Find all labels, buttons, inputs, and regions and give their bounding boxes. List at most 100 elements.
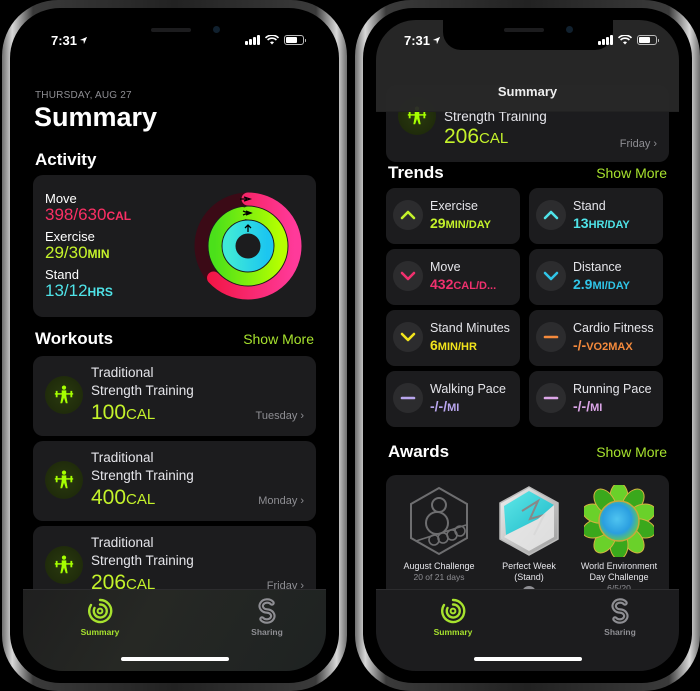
award-name: August Challenge (403, 561, 475, 571)
trend-label: Move (430, 260, 461, 274)
trend-up-chevron-icon (536, 200, 566, 230)
location-arrow-icon (79, 36, 88, 44)
tab-summary[interactable]: Summary (408, 598, 498, 637)
phone-frame-right: Summary 7:31 Strength Training 206CAL Fr… (355, 0, 700, 691)
award-subname: (Stand) (514, 572, 544, 582)
workout-title-line2: Strength Training (91, 553, 194, 568)
stand-ring (222, 220, 274, 272)
strength-training-icon (54, 470, 74, 489)
workout-day: Tuesday (255, 410, 298, 422)
workout-day: Monday (258, 495, 298, 507)
tab-summary[interactable]: Summary (55, 598, 145, 637)
workout-card[interactable]: Traditional Strength Training 100CAL Tues… (33, 356, 316, 436)
workout-title-line2: Strength Training (91, 383, 194, 398)
section-title-trends: Trends (388, 163, 444, 182)
workouts-section-header: Workouts Show More (35, 329, 314, 349)
activity-rings-icon (441, 598, 466, 624)
trend-value: -/-/MI (573, 398, 603, 414)
battery-icon (637, 35, 659, 45)
activity-section-header: Activity (35, 150, 314, 170)
award-detail: 20 of 21 days (413, 572, 465, 582)
page-title: Summary (34, 102, 158, 132)
workout-title-line2: Strength Training (91, 468, 194, 483)
tab-sharing[interactable]: Sharing (222, 598, 312, 637)
trend-tile-move[interactable]: Move 432CAL/D... (386, 249, 520, 305)
trend-value: 432CAL/D... (430, 276, 497, 292)
home-indicator[interactable] (120, 657, 229, 661)
workout-title-line1: Traditional (91, 365, 154, 380)
workout-day: Friday (619, 138, 651, 150)
award-name: World Environment (580, 561, 658, 571)
award-world-environment-day[interactable]: World Environment Day Challenge 6/5/20 (574, 485, 664, 593)
phone-frame-left: 7:31 THURSDAY, AUG 27 Summary Activity M… (2, 0, 347, 691)
tab-summary-label: Summary (433, 627, 473, 637)
trend-flat-dash-icon (536, 322, 566, 352)
trend-tile-cardio-fitness[interactable]: Cardio Fitness -/-VO2MAX (529, 310, 663, 366)
tab-summary-label: Summary (80, 627, 120, 637)
trend-tile-exercise[interactable]: Exercise 29MIN/DAY (386, 188, 520, 244)
trend-tile-distance[interactable]: Distance 2.9MI/DAY (529, 249, 663, 305)
wifi-icon (618, 35, 632, 45)
trend-tile-stand[interactable]: Stand 13HR/DAY (529, 188, 663, 244)
world-environment-day-badge-icon (584, 485, 654, 557)
perfect-week-stand-badge-icon (499, 486, 559, 556)
strength-training-icon (54, 555, 74, 574)
workout-card[interactable]: Traditional Strength Training 400CAL Mond… (33, 441, 316, 521)
status-time: 7:31 (51, 32, 78, 48)
workout-calories: 206CAL (444, 125, 509, 148)
awards-show-more-link[interactable]: Show More (596, 444, 667, 460)
workout-title-line1: Traditional (91, 450, 154, 465)
cellular-signal-icon (245, 35, 260, 45)
status-bar: 7:31 (23, 20, 326, 60)
tab-bar: Summary Sharing (23, 589, 326, 671)
award-name: Perfect Week (502, 561, 556, 571)
move-value: 398/630CAL (45, 205, 132, 224)
trend-value: -/-/MI (430, 398, 460, 414)
trend-flat-dash-icon (536, 383, 566, 413)
status-bar: 7:31 (376, 20, 679, 60)
section-title-activity: Activity (35, 150, 97, 169)
awards-section-header: Awards Show More (388, 442, 667, 462)
trend-value: 2.9MI/DAY (573, 276, 630, 292)
workouts-show-more-link[interactable]: Show More (243, 331, 314, 347)
workout-title-line1: Traditional (91, 535, 154, 550)
trend-value: 29MIN/DAY (430, 215, 492, 231)
trend-label: Exercise (430, 199, 478, 213)
nav-title: Summary (497, 84, 558, 99)
activity-rings-icon (88, 598, 113, 624)
trend-tile-walking-pace[interactable]: Walking Pace -/-/MI (386, 371, 520, 427)
trend-tile-stand-minutes[interactable]: Stand Minutes 6MIN/HR (386, 310, 520, 366)
section-title-awards: Awards (388, 442, 450, 461)
trends-show-more-link[interactable]: Show More (596, 165, 667, 181)
chevron-right-icon: › (300, 495, 304, 507)
tab-sharing-label: Sharing (251, 627, 283, 637)
trend-value: 13HR/DAY (573, 215, 630, 231)
activity-card[interactable]: Move 398/630CAL Exercise 29/30MIN Stand … (33, 175, 316, 317)
section-title-workouts: Workouts (35, 329, 114, 348)
strength-training-icon (54, 385, 74, 404)
activity-rings (194, 192, 302, 300)
stand-label: Stand (45, 267, 79, 282)
award-august-challenge[interactable]: August Challenge 20 of 21 days (394, 485, 484, 582)
exercise-label: Exercise (45, 229, 95, 244)
date-label: THURSDAY, AUG 27 (35, 90, 132, 101)
trend-label: Cardio Fitness (573, 321, 654, 335)
home-indicator[interactable] (473, 657, 582, 661)
exercise-value: 29/30MIN (45, 243, 110, 262)
tab-bar: Summary Sharing (376, 589, 679, 671)
workout-calories: 100CAL (91, 401, 156, 424)
trend-down-chevron-icon (393, 322, 423, 352)
sharing-icon (258, 598, 276, 624)
trend-tile-running-pace[interactable]: Running Pace -/-/MI (529, 371, 663, 427)
tab-sharing[interactable]: Sharing (575, 598, 665, 637)
trend-label: Walking Pace (430, 382, 506, 396)
cellular-signal-icon (598, 35, 613, 45)
tab-sharing-label: Sharing (604, 627, 636, 637)
trend-flat-dash-icon (393, 383, 423, 413)
screen-summary-scrolled: Summary 7:31 Strength Training 206CAL Fr… (376, 20, 679, 671)
chevron-right-icon: › (653, 138, 657, 150)
award-subname: Day Challenge (589, 572, 649, 582)
trend-label: Stand (573, 199, 606, 213)
trend-down-chevron-icon (393, 261, 423, 291)
award-perfect-week-stand[interactable]: Perfect Week (Stand) 15 (484, 485, 574, 600)
